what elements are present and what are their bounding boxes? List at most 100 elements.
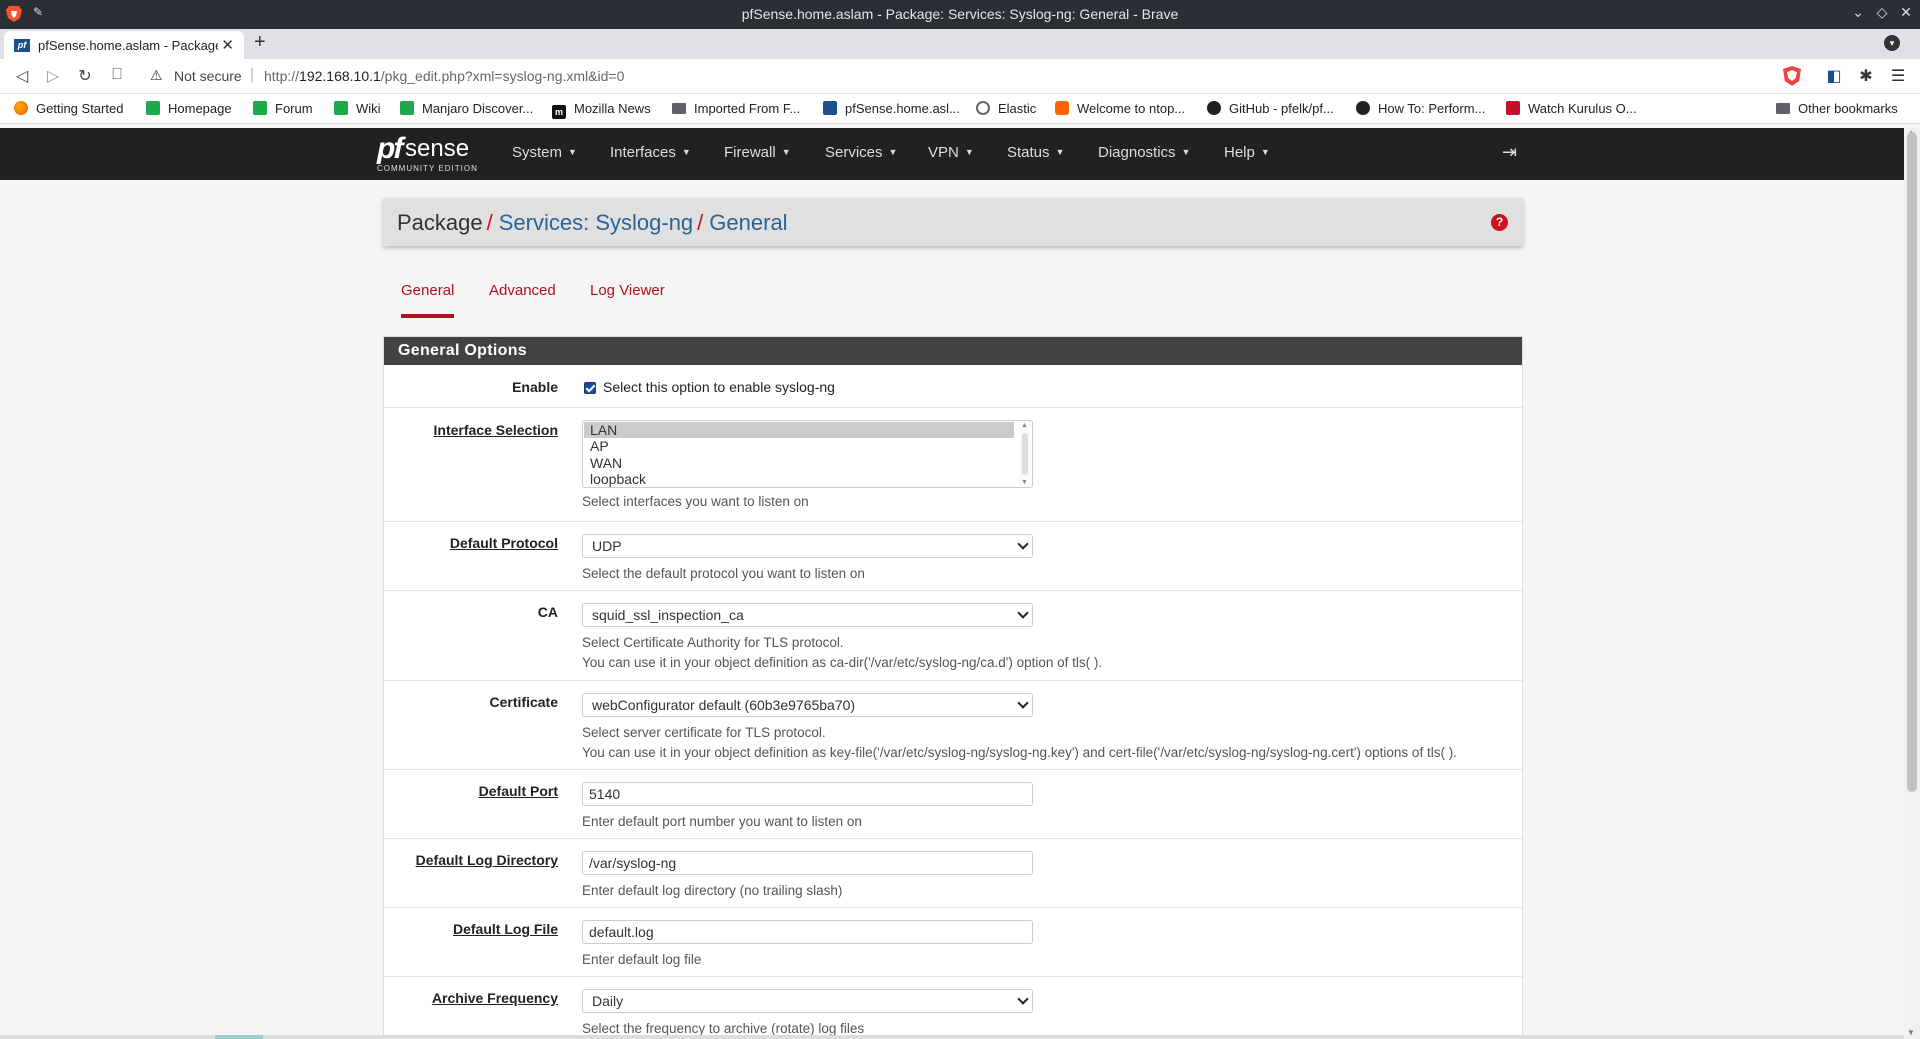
default-log-directory-label[interactable]: Default Log Directory — [416, 852, 558, 868]
bookmark-item[interactable]: pfSense.home.asl... — [823, 101, 960, 116]
url-text[interactable]: http://192.168.10.1/pkg_edit.php?xml=sys… — [264, 68, 624, 84]
bookmark-item[interactable]: Watch Kurulus O... — [1506, 101, 1637, 116]
default-port-input[interactable]: 5140 — [582, 782, 1033, 806]
ca-hint-detail: You can use it in your object definition… — [582, 655, 1103, 670]
folder-icon — [1776, 103, 1790, 114]
scroll-down-icon[interactable]: ▼ — [1907, 1028, 1915, 1037]
bookmark-item[interactable]: GitHub - pfelk/pf... — [1207, 101, 1334, 116]
pfsense-logo[interactable]: pf sense COMMUNITY EDITION — [377, 134, 487, 176]
ca-label: CA — [537, 604, 558, 620]
browser-menu-icon[interactable]: ☰ — [1888, 66, 1908, 86]
window-titlebar: ✎ pfSense.home.aslam - Package: Services… — [0, 0, 1920, 29]
menu-help[interactable]: Help ▼ — [1224, 144, 1270, 161]
default-log-file-input[interactable]: default.log — [582, 920, 1033, 944]
maximize-icon[interactable]: ◇ — [1872, 4, 1892, 21]
github-icon — [1207, 101, 1221, 115]
enable-label: Enable — [512, 379, 558, 395]
default-port-hint: Enter default port number you want to li… — [582, 814, 862, 829]
default-port-label[interactable]: Default Port — [479, 783, 558, 799]
breadcrumb: Package / Services: Syslog-ng / General ? — [383, 198, 1523, 246]
page-scrollbar[interactable]: ▲ ▼ — [1904, 128, 1920, 1039]
interface-listbox[interactable]: LAN AP WAN loopback ▲ ▼ — [582, 420, 1033, 488]
bookmark-item[interactable]: Manjaro Discover... — [400, 101, 533, 116]
archive-frequency-label[interactable]: Archive Frequency — [432, 990, 558, 1006]
navigation-bar: ◁ ▷ ↻ ⎕ ⚠ Not secure | http://192.168.10… — [0, 59, 1920, 94]
default-log-directory-hint: Enter default log directory (no trailing… — [582, 883, 843, 898]
enable-checkbox-label[interactable]: Select this option to enable syslog-ng — [603, 379, 835, 395]
bottom-strip — [0, 1035, 1904, 1039]
manjaro-icon — [146, 101, 160, 115]
chevron-down-icon — [1017, 993, 1029, 1005]
menu-vpn[interactable]: VPN ▼ — [928, 144, 974, 161]
bookmark-item[interactable]: Homepage — [146, 101, 232, 116]
bookmark-item[interactable]: How To: Perform... — [1356, 101, 1485, 116]
row-ca: CA squid_ssl_inspection_ca Select Certif… — [384, 591, 1522, 681]
default-log-directory-input[interactable]: /var/syslog-ng — [582, 851, 1033, 875]
default-protocol-select[interactable]: UDP — [582, 534, 1033, 558]
other-bookmarks[interactable]: Other bookmarks — [1776, 101, 1898, 116]
menu-interfaces[interactable]: Interfaces ▼ — [610, 144, 691, 161]
enable-checkbox[interactable] — [584, 382, 596, 394]
menu-system[interactable]: System ▼ — [512, 144, 577, 161]
bookmark-item[interactable]: m Mozilla News — [552, 101, 651, 119]
bookmark-item[interactable]: Welcome to ntop... — [1055, 101, 1185, 116]
tab-strip: pf pfSense.home.aslam - Package: Service… — [0, 29, 1920, 59]
default-log-file-label[interactable]: Default Log File — [453, 921, 558, 937]
tab-title: pfSense.home.aslam - Package: Services: … — [38, 38, 218, 53]
back-icon[interactable]: ◁ — [12, 66, 32, 86]
chevron-down-icon — [1017, 538, 1029, 550]
pfsense-icon — [823, 101, 837, 115]
interface-option-lan[interactable]: LAN — [584, 422, 1014, 438]
brave-shields-icon[interactable] — [1783, 66, 1801, 86]
tab-search-icon[interactable]: ▾ — [1884, 35, 1900, 51]
ca-hint: Select Certificate Authority for TLS pro… — [582, 635, 844, 650]
bookmark-folder[interactable]: Imported From F... — [672, 101, 800, 116]
bookmark-item[interactable]: Elastic — [976, 101, 1036, 116]
interface-selection-label[interactable]: Interface Selection — [434, 422, 559, 438]
bookmark-icon[interactable]: ⎕ — [107, 66, 127, 84]
interface-option-wan[interactable]: WAN — [584, 455, 1014, 471]
browser-tab-active[interactable]: pf pfSense.home.aslam - Package: Service… — [4, 31, 244, 59]
certificate-select[interactable]: webConfigurator default (60b3e9765ba70) — [582, 693, 1033, 717]
extension-icon[interactable]: ◧ — [1824, 66, 1844, 86]
help-icon[interactable]: ? — [1491, 214, 1508, 231]
scrollbar-thumb[interactable] — [1907, 132, 1917, 792]
reload-icon[interactable]: ↻ — [75, 66, 95, 86]
bookmark-item[interactable]: Getting Started — [14, 101, 123, 116]
tab-log-viewer[interactable]: Log Viewer — [590, 282, 665, 299]
forward-icon[interactable]: ▷ — [43, 66, 63, 86]
security-status[interactable]: Not secure — [174, 68, 242, 84]
menu-firewall[interactable]: Firewall ▼ — [724, 144, 791, 161]
archive-frequency-select[interactable]: Daily — [582, 989, 1033, 1013]
logout-icon[interactable]: ⇥ — [1502, 142, 1524, 164]
default-protocol-label[interactable]: Default Protocol — [450, 535, 558, 551]
interface-option-loopback[interactable]: loopback — [584, 471, 1014, 487]
bookmark-item[interactable]: Forum — [253, 101, 313, 116]
close-tab-icon[interactable]: ✕ — [221, 36, 234, 54]
bookmark-item[interactable]: Wiki — [334, 101, 381, 116]
menu-services[interactable]: Services ▼ — [825, 144, 897, 161]
tab-general[interactable]: General — [401, 282, 455, 318]
close-window-icon[interactable]: ✕ — [1896, 4, 1916, 21]
warning-icon: ⚠ — [150, 67, 163, 83]
ca-select[interactable]: squid_ssl_inspection_ca — [582, 603, 1033, 627]
tab-advanced[interactable]: Advanced — [489, 282, 556, 299]
listbox-scrollbar[interactable]: ▲ ▼ — [1019, 422, 1031, 486]
menu-status[interactable]: Status ▼ — [1007, 144, 1064, 161]
pfsense-favicon-icon: pf — [14, 39, 30, 52]
minimize-icon[interactable]: ⌄ — [1848, 4, 1868, 21]
window-title: pfSense.home.aslam - Package: Services: … — [741, 6, 1179, 22]
certificate-label: Certificate — [489, 694, 558, 710]
mozilla-icon: m — [552, 105, 566, 119]
github-icon — [1356, 101, 1370, 115]
interface-option-ap[interactable]: AP — [584, 438, 1014, 454]
breadcrumb-general-link[interactable]: General — [709, 210, 787, 235]
address-bar[interactable]: ⚠ Not secure | http://192.168.10.1/pkg_e… — [140, 63, 1770, 90]
menu-diagnostics[interactable]: Diagnostics ▼ — [1098, 144, 1190, 161]
extensions-puzzle-icon[interactable]: ✱ — [1856, 66, 1876, 86]
row-enable: Enable Select this option to enable sysl… — [384, 365, 1522, 408]
general-options-panel: General Options Enable Select this optio… — [383, 336, 1523, 1039]
default-protocol-hint: Select the default protocol you want to … — [582, 566, 865, 581]
breadcrumb-services-link[interactable]: Services: Syslog-ng — [499, 210, 693, 235]
new-tab-icon[interactable]: + — [254, 31, 266, 54]
